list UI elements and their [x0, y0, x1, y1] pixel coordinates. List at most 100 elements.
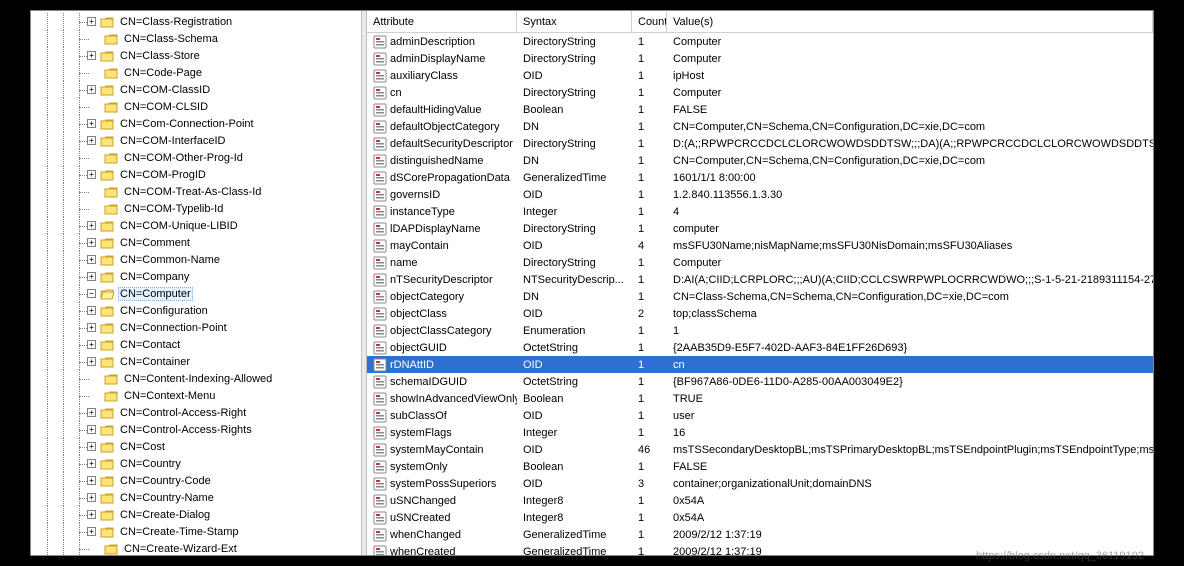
attribute-row[interactable]: systemFlagsInteger116: [367, 424, 1153, 441]
tree-expand-icon[interactable]: +: [87, 272, 96, 281]
tree-item-label[interactable]: CN=COM-Treat-As-Class-Id: [122, 186, 263, 198]
tree-expand-icon[interactable]: +: [87, 255, 96, 264]
attribute-row[interactable]: cnDirectoryString1Computer: [367, 84, 1153, 101]
tree-expand-icon[interactable]: +: [87, 425, 96, 434]
column-header-syntax[interactable]: Syntax: [517, 11, 632, 32]
tree-expand-icon[interactable]: +: [87, 408, 96, 417]
tree-item-label[interactable]: CN=Company: [118, 271, 191, 283]
tree-item[interactable]: + CN=Connection-Point: [31, 319, 361, 336]
tree-item[interactable]: + CN=Control-Access-Rights: [31, 421, 361, 438]
tree-item-label[interactable]: CN=Cost: [118, 441, 167, 453]
column-header-count[interactable]: Count: [632, 11, 667, 32]
tree-item[interactable]: +CN=Comment: [31, 234, 361, 251]
tree-item-label[interactable]: CN=Context-Menu: [122, 390, 217, 402]
tree-item-label[interactable]: CN=Common-Name: [118, 254, 222, 266]
tree-item-label[interactable]: CN=Connection-Point: [118, 322, 229, 334]
tree-item[interactable]: + CN=Class-Store: [31, 47, 361, 64]
tree-item-label[interactable]: CN=Class-Registration: [118, 16, 234, 28]
tree-expand-icon[interactable]: +: [87, 119, 96, 128]
tree-item[interactable]: +CN=Country-Name: [31, 489, 361, 506]
tree-item[interactable]: + CN=Cost: [31, 438, 361, 455]
tree-expand-icon[interactable]: +: [87, 442, 96, 451]
tree-item[interactable]: +CN=Country: [31, 455, 361, 472]
attribute-row[interactable]: whenChangedGeneralizedTime12009/2/12 1:3…: [367, 526, 1153, 543]
tree-expand-icon[interactable]: +: [87, 323, 96, 332]
tree-item[interactable]: + CN=Create-Dialog: [31, 506, 361, 523]
tree-item[interactable]: +CN=Com-Connection-Point: [31, 115, 361, 132]
attribute-row[interactable]: systemMayContainOID46msTSSecondaryDeskto…: [367, 441, 1153, 458]
tree-expand-icon[interactable]: +: [87, 306, 96, 315]
tree-item[interactable]: + CN=Control-Access-Right: [31, 404, 361, 421]
tree-item[interactable]: CN=COM-CLSID: [31, 98, 361, 115]
attribute-row[interactable]: objectClassCategoryEnumeration11: [367, 322, 1153, 339]
attribute-row[interactable]: objectClassOID2top;classSchema: [367, 305, 1153, 322]
tree-item[interactable]: CN=COM-Other-Prog-Id: [31, 149, 361, 166]
attribute-row[interactable]: adminDisplayNameDirectoryString1Computer: [367, 50, 1153, 67]
tree-item-label[interactable]: CN=Contact: [118, 339, 182, 351]
tree-item-label[interactable]: CN=Class-Schema: [122, 33, 220, 45]
tree-item[interactable]: CN=Create-Wizard-Ext: [31, 540, 361, 555]
tree-expand-icon[interactable]: +: [87, 17, 96, 26]
tree-item[interactable]: +CN=Configuration: [31, 302, 361, 319]
attribute-header[interactable]: Attribute Syntax Count Value(s): [367, 11, 1153, 33]
attribute-list[interactable]: adminDescriptionDirectoryString1Computer…: [367, 33, 1153, 555]
tree-item[interactable]: +CN=Country-Code: [31, 472, 361, 489]
tree-item[interactable]: + CN=COM-ProgID: [31, 166, 361, 183]
tree-item[interactable]: +CN=Container: [31, 353, 361, 370]
tree-item-label[interactable]: CN=COM-ProgID: [118, 169, 208, 181]
tree-item[interactable]: CN=Class-Schema: [31, 30, 361, 47]
tree-item-label[interactable]: CN=Create-Time-Stamp: [118, 526, 240, 538]
attribute-row[interactable]: uSNChangedInteger810x54A: [367, 492, 1153, 509]
tree-item-label[interactable]: CN=Control-Access-Right: [118, 407, 248, 419]
tree-item-label[interactable]: CN=COM-Typelib-Id: [122, 203, 225, 215]
tree-item-label[interactable]: CN=Class-Store: [118, 50, 202, 62]
column-header-value[interactable]: Value(s): [667, 11, 1153, 32]
tree-item-label[interactable]: CN=COM-Other-Prog-Id: [122, 152, 245, 164]
attribute-row[interactable]: rDNAttIDOID1cn: [367, 356, 1153, 373]
tree-item-label[interactable]: CN=Content-Indexing-Allowed: [122, 373, 274, 385]
tree-item[interactable]: + CN=Create-Time-Stamp: [31, 523, 361, 540]
tree-item-label[interactable]: CN=Computer: [118, 287, 193, 301]
attribute-row[interactable]: mayContainOID4msSFU30Name;nisMapName;msS…: [367, 237, 1153, 254]
tree-item[interactable]: − CN=Computer: [31, 285, 361, 302]
tree-expand-icon[interactable]: +: [87, 136, 96, 145]
tree-item[interactable]: +CN=COM-Unique-LIBID: [31, 217, 361, 234]
tree-item[interactable]: CN=Content-Indexing-Allowed: [31, 370, 361, 387]
tree-expand-icon[interactable]: +: [87, 493, 96, 502]
tree-item[interactable]: CN=COM-Typelib-Id: [31, 200, 361, 217]
tree-expand-icon[interactable]: +: [87, 170, 96, 179]
tree-item[interactable]: + CN=COM-InterfaceID: [31, 132, 361, 149]
tree-expand-icon[interactable]: +: [87, 459, 96, 468]
tree-expand-icon[interactable]: +: [87, 51, 96, 60]
attribute-row[interactable]: objectCategoryDN1CN=Class-Schema,CN=Sche…: [367, 288, 1153, 305]
tree-expand-icon[interactable]: +: [87, 527, 96, 536]
attribute-row[interactable]: defaultSecurityDescriptorDirectoryString…: [367, 135, 1153, 152]
tree-item-label[interactable]: CN=Control-Access-Rights: [118, 424, 254, 436]
tree-item-label[interactable]: CN=COM-InterfaceID: [118, 135, 227, 147]
tree-item[interactable]: + CN=Common-Name: [31, 251, 361, 268]
tree-item-label[interactable]: CN=Create-Dialog: [118, 509, 212, 521]
tree-item[interactable]: + CN=Class-Registration: [31, 13, 361, 30]
attribute-row[interactable]: nTSecurityDescriptorNTSecurityDescrip...…: [367, 271, 1153, 288]
attribute-row[interactable]: schemaIDGUIDOctetString1{BF967A86-0DE6-1…: [367, 373, 1153, 390]
tree-item[interactable]: CN=Code-Page: [31, 64, 361, 81]
tree-item[interactable]: CN=COM-Treat-As-Class-Id: [31, 183, 361, 200]
tree-expand-icon[interactable]: +: [87, 238, 96, 247]
attribute-row[interactable]: systemOnlyBoolean1FALSE: [367, 458, 1153, 475]
tree-expand-icon[interactable]: +: [87, 340, 96, 349]
attribute-row[interactable]: dSCorePropagationDataGeneralizedTime1160…: [367, 169, 1153, 186]
attribute-row[interactable]: lDAPDisplayNameDirectoryString1computer: [367, 220, 1153, 237]
column-header-attribute[interactable]: Attribute: [367, 11, 517, 32]
tree-item-label[interactable]: CN=Code-Page: [122, 67, 204, 79]
attribute-row[interactable]: governsIDOID11.2.840.113556.1.3.30: [367, 186, 1153, 203]
attribute-row[interactable]: defaultObjectCategoryDN1CN=Computer,CN=S…: [367, 118, 1153, 135]
tree-expand-icon[interactable]: +: [87, 510, 96, 519]
tree-expand-icon[interactable]: +: [87, 85, 96, 94]
tree-item-label[interactable]: CN=Country-Code: [118, 475, 213, 487]
attribute-row[interactable]: uSNCreatedInteger810x54A: [367, 509, 1153, 526]
tree-expand-icon[interactable]: +: [87, 357, 96, 366]
tree-item[interactable]: +CN=COM-ClassID: [31, 81, 361, 98]
attribute-row[interactable]: defaultHidingValueBoolean1FALSE: [367, 101, 1153, 118]
attribute-row[interactable]: nameDirectoryString1Computer: [367, 254, 1153, 271]
tree-collapse-icon[interactable]: −: [87, 289, 96, 298]
